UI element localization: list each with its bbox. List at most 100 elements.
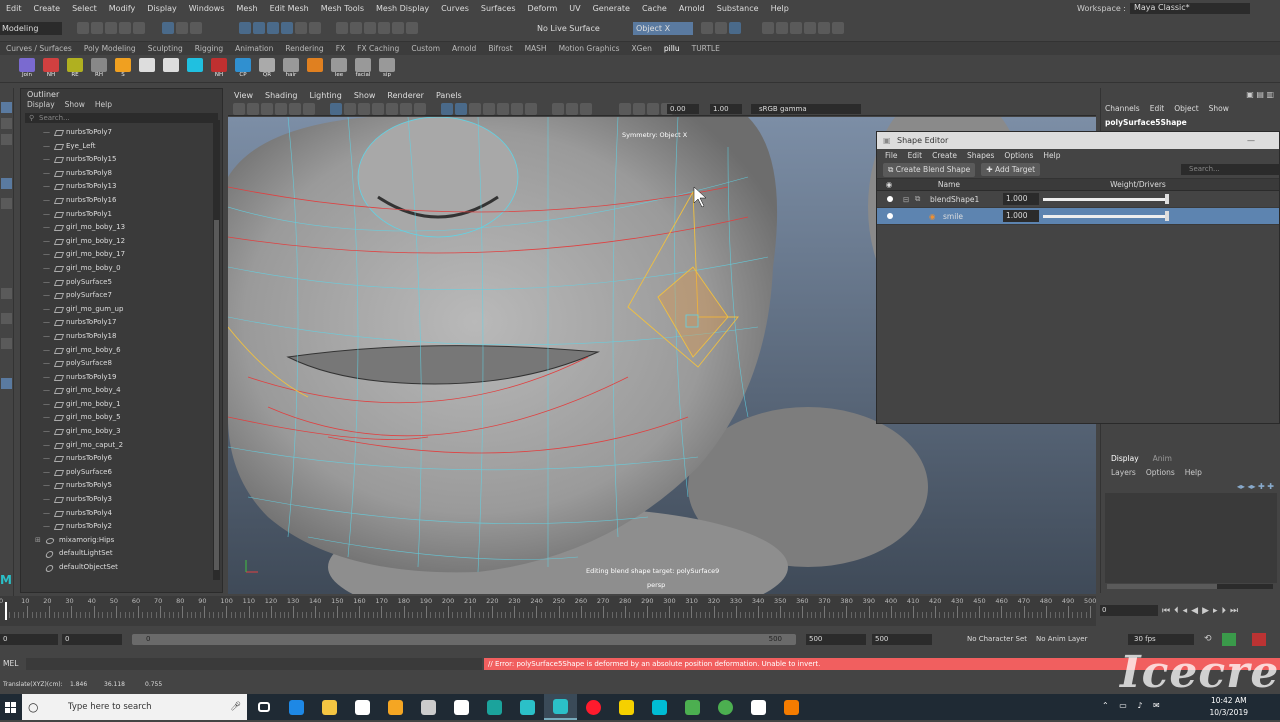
taskbar-app-app-teal[interactable] bbox=[478, 694, 511, 720]
menu-select[interactable]: Select bbox=[66, 4, 103, 13]
safe-action-icon[interactable] bbox=[400, 103, 413, 115]
shelf-button-lee[interactable]: lee bbox=[330, 58, 348, 78]
shelf-tab-xgen[interactable]: XGen bbox=[626, 44, 658, 53]
taskbar-app-app-orange[interactable] bbox=[775, 694, 808, 720]
taskbar-app-app-bird[interactable] bbox=[412, 694, 445, 720]
outliner-item[interactable]: — girl_mo_boby_13 bbox=[21, 221, 222, 235]
menu-mesh-display[interactable]: Mesh Display bbox=[370, 4, 435, 13]
weight-slider[interactable] bbox=[1043, 198, 1167, 201]
taskbar-app-maya-1[interactable] bbox=[511, 694, 544, 720]
shelf-tab-sculpting[interactable]: Sculpting bbox=[142, 44, 189, 53]
select-camera-icon[interactable] bbox=[233, 103, 245, 115]
render-frame-icon[interactable] bbox=[364, 22, 377, 34]
shelf-tab-custom[interactable]: Custom bbox=[405, 44, 446, 53]
outliner-menu-display[interactable]: Display bbox=[27, 100, 55, 111]
shadows-icon[interactable] bbox=[525, 103, 538, 115]
shelf-button-qr[interactable]: QR bbox=[258, 58, 276, 78]
system-tray-icons[interactable]: ⌃ ▭ ♪ ✉ bbox=[1102, 701, 1164, 710]
mel-label[interactable]: MEL bbox=[3, 659, 18, 668]
se-file-menu[interactable]: File bbox=[885, 151, 898, 160]
taskbar-app-app-tool[interactable] bbox=[379, 694, 412, 720]
construction-history-icon[interactable] bbox=[350, 22, 363, 34]
outliner-item[interactable]: — polySurface5 bbox=[21, 276, 222, 290]
taskbar-app-edge[interactable] bbox=[280, 694, 313, 720]
outliner-item[interactable]: — girl_mo_boby_0 bbox=[21, 262, 222, 276]
shape-editor-titlebar[interactable]: ▣ Shape Editor — bbox=[877, 132, 1279, 149]
select-by-object-icon[interactable] bbox=[176, 22, 189, 34]
outliner-menu-help[interactable]: Help bbox=[95, 100, 112, 111]
shelf-tab-fx[interactable]: FX bbox=[330, 44, 351, 53]
layer-scrollbar[interactable] bbox=[1107, 584, 1273, 589]
outliner-item[interactable]: — polySurface8 bbox=[21, 357, 222, 371]
shelf-button-rh[interactable]: RH bbox=[90, 58, 108, 78]
grid-icon[interactable] bbox=[330, 103, 343, 115]
image-plane-icon[interactable] bbox=[275, 103, 287, 115]
antialiasing-icon[interactable] bbox=[566, 103, 579, 115]
safe-title-icon[interactable] bbox=[414, 103, 427, 115]
menu-display[interactable]: Display bbox=[141, 4, 183, 13]
menu-arnold[interactable]: Arnold bbox=[673, 4, 711, 13]
taskbar-app-app-cyan[interactable] bbox=[643, 694, 676, 720]
shelf-tab-bifrost[interactable]: Bifrost bbox=[482, 44, 518, 53]
taskbar-app-explorer[interactable] bbox=[313, 694, 346, 720]
taskbar-app-photos[interactable] bbox=[742, 694, 775, 720]
menu-set-dropdown[interactable]: Modeling bbox=[0, 22, 62, 35]
layer-list[interactable] bbox=[1105, 493, 1277, 583]
shelf-button-s[interactable]: S bbox=[114, 58, 132, 78]
xray-icon[interactable] bbox=[633, 103, 646, 115]
timeline-playhead[interactable] bbox=[5, 602, 7, 620]
start-button[interactable] bbox=[0, 694, 22, 720]
range-slider[interactable]: 0 500 bbox=[132, 634, 796, 645]
shelf-button-cp[interactable]: CP bbox=[234, 58, 252, 78]
wireframe-on-shaded-icon[interactable] bbox=[483, 103, 496, 115]
taskbar-search-input[interactable]: ○ Type here to search 🎤︎ bbox=[22, 694, 247, 720]
outliner-item[interactable]: — girl_mo_boby_12 bbox=[21, 235, 222, 249]
lights-icon[interactable] bbox=[511, 103, 524, 115]
menu-modify[interactable]: Modify bbox=[103, 4, 142, 13]
render-view-icon[interactable] bbox=[762, 22, 775, 34]
symmetry-icon[interactable] bbox=[701, 22, 713, 34]
select-tool-icon[interactable] bbox=[1, 102, 12, 113]
se-shapes-menu[interactable]: Shapes bbox=[967, 151, 994, 160]
four-view-icon[interactable] bbox=[1, 313, 12, 324]
weight-field[interactable]: 1.000 bbox=[1003, 193, 1039, 205]
se-create-menu[interactable]: Create bbox=[932, 151, 957, 160]
shelf-button-re[interactable]: RE bbox=[66, 58, 84, 78]
exposure-field[interactable]: 0.00 bbox=[667, 104, 699, 114]
outliner-item[interactable]: — nurbsToPoly17 bbox=[21, 316, 222, 330]
play-forward-icon[interactable]: ▶ bbox=[1202, 606, 1209, 616]
taskbar-app-mail[interactable] bbox=[445, 694, 478, 720]
outliner-item[interactable]: — nurbsToPoly19 bbox=[21, 371, 222, 385]
outliner-item[interactable]: defaultObjectSet bbox=[21, 561, 222, 575]
outliner-scrollbar[interactable] bbox=[213, 120, 220, 580]
collapse-icon[interactable]: ⊟ bbox=[903, 195, 909, 204]
menu-cache[interactable]: Cache bbox=[636, 4, 673, 13]
shelf-tab-fx-caching[interactable]: FX Caching bbox=[351, 44, 405, 53]
channel-object-menu[interactable]: Object bbox=[1174, 104, 1198, 113]
outliner-item[interactable]: — nurbsToPoly2 bbox=[21, 520, 222, 534]
reflection-icon[interactable] bbox=[729, 22, 741, 34]
outliner-item[interactable]: — nurbsToPoly1 bbox=[21, 208, 222, 222]
shelf-tab-rigging[interactable]: Rigging bbox=[189, 44, 229, 53]
taskbar-app-store[interactable] bbox=[346, 694, 379, 720]
shelf-button-nh[interactable]: NH bbox=[210, 58, 228, 78]
display-settings-icon[interactable] bbox=[804, 22, 817, 34]
menu-deform[interactable]: Deform bbox=[522, 4, 564, 13]
outliner-item[interactable]: — nurbsToPoly3 bbox=[21, 493, 222, 507]
layer-options-menu[interactable]: Options bbox=[1146, 468, 1175, 477]
shelf-button-tool-6[interactable] bbox=[162, 58, 180, 78]
panel-layout-icon[interactable]: ▣ ▤ ▥ bbox=[1246, 90, 1274, 99]
menu-mesh[interactable]: Mesh bbox=[231, 4, 264, 13]
playback-end-field[interactable]: 500 bbox=[806, 634, 866, 645]
outliner-item[interactable]: — nurbsToPoly13 bbox=[21, 180, 222, 194]
go-to-start-icon[interactable]: ⏮ bbox=[1162, 606, 1170, 616]
viewport-menu-shading[interactable]: Shading bbox=[259, 91, 304, 100]
go-to-end-icon[interactable]: ⏭ bbox=[1230, 606, 1238, 616]
outliner-item[interactable]: ⊞ mixamorig:Hips bbox=[21, 534, 222, 548]
scene-end-field[interactable]: 500 bbox=[872, 634, 932, 645]
menu-edit-mesh[interactable]: Edit Mesh bbox=[264, 4, 315, 13]
create-blend-shape-button[interactable]: ⧉ Create Blend Shape bbox=[883, 162, 976, 177]
outliner-scroll-thumb[interactable] bbox=[214, 220, 219, 570]
menu-mesh-tools[interactable]: Mesh Tools bbox=[315, 4, 370, 13]
outliner-item[interactable]: — girl_mo_boby_4 bbox=[21, 384, 222, 398]
